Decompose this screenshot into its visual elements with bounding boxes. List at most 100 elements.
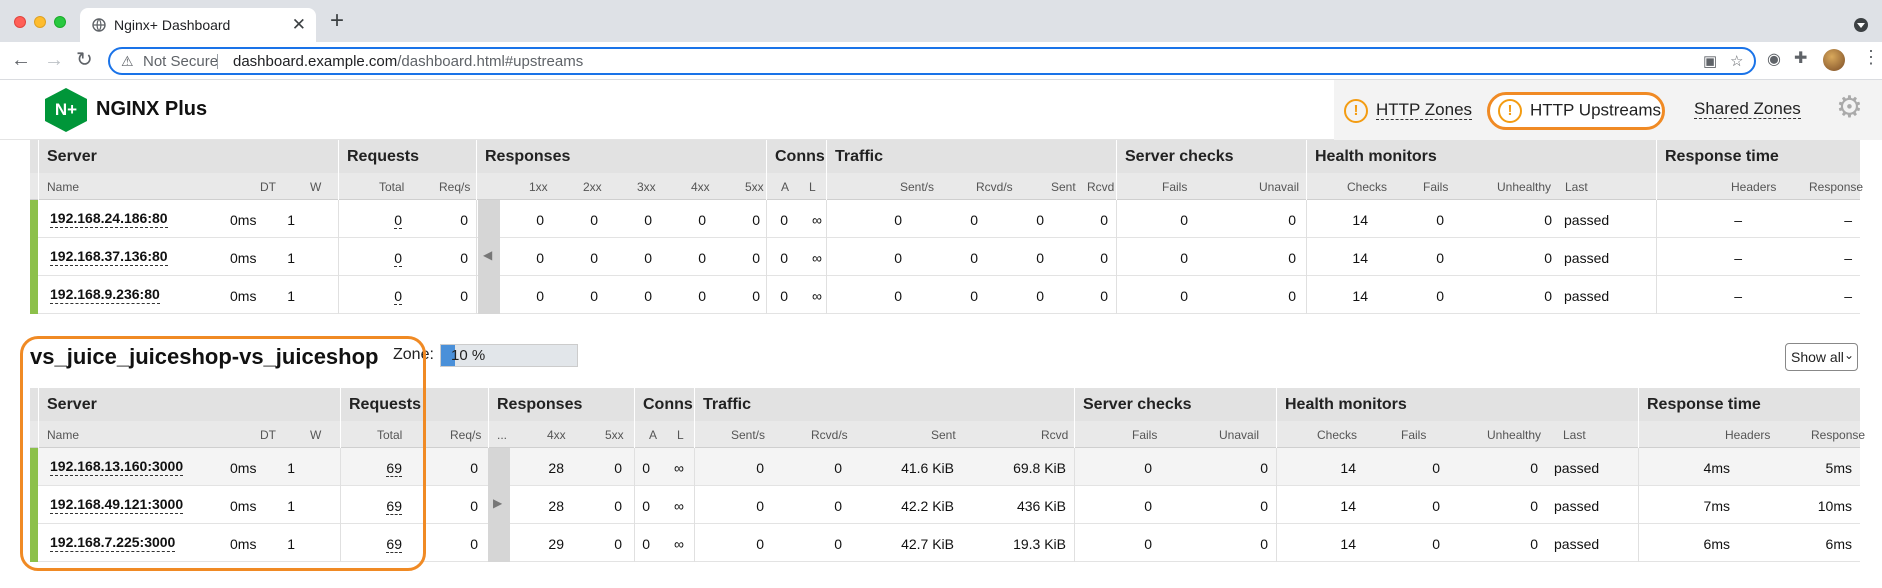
responses-expand-toggle[interactable]: ▶ [488, 448, 510, 562]
col-rcvd-s: Rcvd/s [811, 428, 848, 442]
health-status-bar [30, 200, 38, 238]
group-conns: Conns A L [766, 140, 826, 200]
col-rcvd-s: Rcvd/s [976, 180, 1013, 194]
group-response-time: Response time Headers Response [1656, 140, 1863, 200]
menu-icon[interactable]: ⋮ [1862, 47, 1880, 68]
qr-icon[interactable]: ▣ [1703, 52, 1717, 70]
avatar[interactable] [1823, 49, 1845, 71]
cell-response: 5ms [1825, 460, 1852, 476]
forward-icon[interactable]: → [44, 48, 64, 72]
server-address-link[interactable]: 192.168.9.236:80 [50, 286, 160, 304]
tab-http-upstreams[interactable]: ! HTTP Upstreams [1487, 92, 1665, 130]
cell-fails: 0 [1180, 288, 1188, 304]
gear-icon[interactable]: ⚙ [1836, 90, 1863, 125]
window-close-button[interactable] [14, 16, 26, 28]
column-divider [1656, 238, 1657, 276]
reload-icon[interactable]: ↻ [76, 48, 93, 72]
column-divider [476, 276, 477, 314]
browser-tab[interactable]: Nginx+ Dashboard ✕ [80, 8, 316, 42]
cell-dt: 0ms [230, 212, 257, 228]
cell-hfails: 0 [1432, 498, 1440, 514]
cell-a: 0 [642, 536, 650, 552]
cell-sent-s: 0 [756, 498, 764, 514]
responses-collapse-toggle[interactable]: ◀ [478, 200, 500, 314]
close-icon[interactable]: ✕ [292, 15, 306, 35]
cell-rcvd-s: 0 [970, 212, 978, 228]
tab-title: Nginx+ Dashboard [114, 17, 231, 33]
cell-l: ∞ [674, 460, 684, 476]
col-4xx: 4xx [547, 428, 566, 442]
tab-http-zones[interactable]: ! HTTP Zones [1344, 99, 1473, 133]
cell-r1: 0 [536, 288, 544, 304]
new-tab-button[interactable]: + [330, 9, 344, 33]
column-divider [1074, 486, 1075, 524]
col-unhealthy: Unhealthy [1497, 180, 1552, 194]
column-divider [1656, 276, 1657, 314]
cell-fails: 0 [1144, 460, 1152, 476]
url-host: dashboard.example.com [233, 53, 398, 70]
cell-r4: 0 [698, 250, 706, 266]
cell-headers: 4ms [1703, 460, 1730, 476]
cell-r4: 0 [698, 288, 706, 304]
url-text[interactable]: dashboard.example.com/dashboard.html#ups… [233, 53, 583, 70]
not-secure-label[interactable]: Not Secure [143, 53, 218, 70]
col-req-s: Req/s [450, 428, 482, 442]
warning-icon[interactable]: ⚠ [121, 53, 134, 70]
server-address-link[interactable]: 192.168.37.136:80 [50, 248, 168, 266]
cell-total[interactable]: 0 [394, 212, 402, 229]
col-l: L [809, 180, 816, 194]
cell-rcvd-s: 0 [834, 460, 842, 476]
cell-unavail: 0 [1260, 498, 1268, 514]
column-divider [1306, 238, 1307, 276]
col-sent: Sent [1051, 180, 1076, 194]
tab-shared-zones[interactable]: Shared Zones [1694, 99, 1801, 133]
window-maximize-button[interactable] [54, 16, 66, 28]
column-divider [1276, 486, 1277, 524]
col-3xx: 3xx [637, 180, 656, 194]
col-server-checks: Server checks [1125, 148, 1234, 165]
address-bar[interactable]: ⚠ Not Secure dashboard.example.com/dashb… [108, 47, 1756, 75]
tab-search-icon[interactable] [1854, 18, 1868, 32]
cell-sent-s: 0 [756, 536, 764, 552]
cell-a: 0 [642, 460, 650, 476]
cell-a: 0 [642, 498, 650, 514]
cell-last: passed [1564, 212, 1610, 228]
star-icon[interactable]: ☆ [1730, 52, 1743, 70]
cell-r3: 0 [644, 288, 652, 304]
tab-http-upstreams-label: HTTP Upstreams [1530, 100, 1661, 120]
cell-req-s: 0 [460, 212, 468, 228]
extension-badge-icon[interactable]: ◉ [1767, 49, 1781, 69]
column-divider [1656, 200, 1657, 238]
cell-sent-s: 0 [894, 250, 902, 266]
extensions-icon[interactable]: ✚ [1794, 48, 1807, 68]
show-all-select[interactable]: Show all ⌄ [1785, 343, 1858, 371]
cell-checks: 14 [1352, 212, 1368, 228]
cell-unavail: 0 [1260, 460, 1268, 476]
col-h-fails: Fails [1401, 428, 1427, 442]
col-requests: Requests [347, 148, 420, 165]
cell-r4: 29 [548, 536, 564, 552]
cell-req-s: 0 [470, 536, 478, 552]
cell-total[interactable]: 0 [394, 250, 402, 267]
back-icon[interactable]: ← [11, 48, 31, 72]
cell-r5: 0 [752, 212, 760, 228]
col-server: Server [47, 148, 97, 165]
cell-total[interactable]: 0 [394, 288, 402, 305]
cell-req-s: 0 [470, 498, 478, 514]
cell-checks: 14 [1340, 536, 1356, 552]
col-traffic: Traffic [703, 396, 752, 413]
col-ellipsis[interactable]: ... [497, 428, 507, 442]
cell-r3: 0 [644, 212, 652, 228]
browser-toolbar: ← → ↻ ⚠ Not Secure dashboard.example.com… [0, 42, 1882, 80]
col-fails: Fails [1132, 428, 1158, 442]
column-divider [1306, 276, 1307, 314]
col-name[interactable]: Name [47, 180, 79, 194]
col-last: Last [1565, 180, 1588, 194]
server-address-link[interactable]: 192.168.24.186:80 [50, 210, 168, 228]
cell-r3: 0 [644, 250, 652, 266]
group-health-monitors: Health monitors Checks Fails Unhealthy L… [1306, 140, 1656, 200]
window-minimize-button[interactable] [34, 16, 46, 28]
cell-unhealthy: 0 [1544, 288, 1552, 304]
cell-req-s: 0 [460, 288, 468, 304]
cell-r5: 0 [614, 460, 622, 476]
